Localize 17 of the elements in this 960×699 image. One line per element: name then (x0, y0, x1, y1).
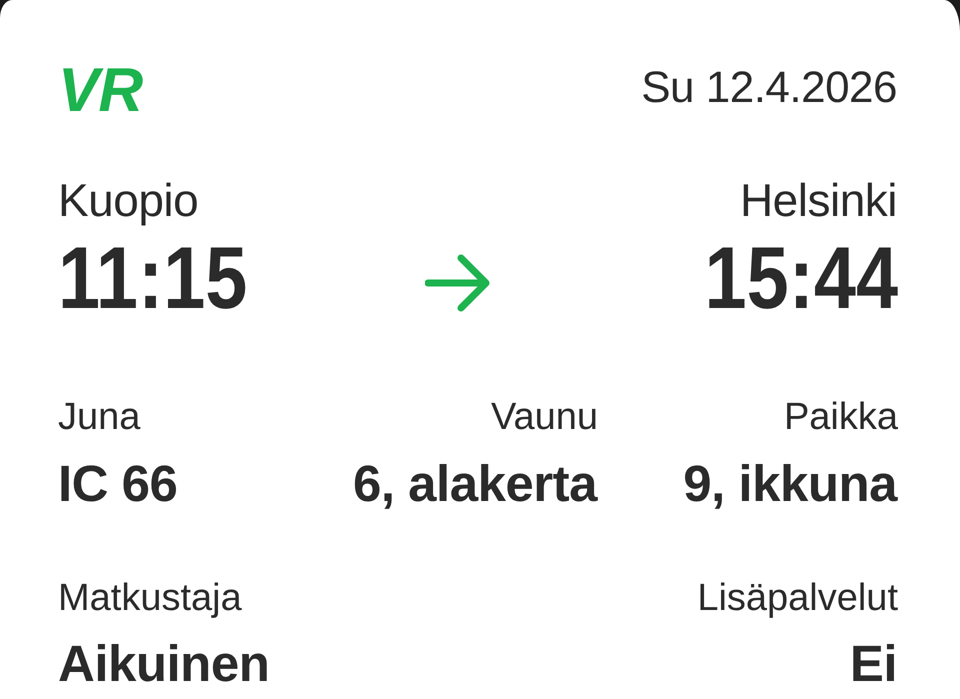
detail-value: 9, ikkuna (683, 454, 898, 514)
travel-date: Su 12.4.2026 (641, 62, 898, 114)
departure-time: 11:15 (58, 230, 248, 327)
arrow-right-icon (425, 252, 491, 313)
detail-value: 6, alakerta (352, 454, 598, 514)
detail-label: Matkustaja (58, 576, 242, 621)
detail-label: Juna (58, 394, 140, 440)
detail-value: Ei (850, 634, 898, 694)
arrival-station: Helsinki (740, 173, 898, 228)
arrival-time: 15:44 (704, 230, 898, 327)
detail-value: Aikuinen (58, 634, 270, 694)
detail-value: IC 66 (58, 454, 178, 514)
detail-label: Lisäpalvelut (697, 576, 898, 621)
brand-logo: VR (58, 56, 144, 126)
detail-label: Vaunu (490, 394, 598, 440)
departure-station: Kuopio (58, 173, 200, 228)
detail-label: Paikka (784, 394, 898, 440)
